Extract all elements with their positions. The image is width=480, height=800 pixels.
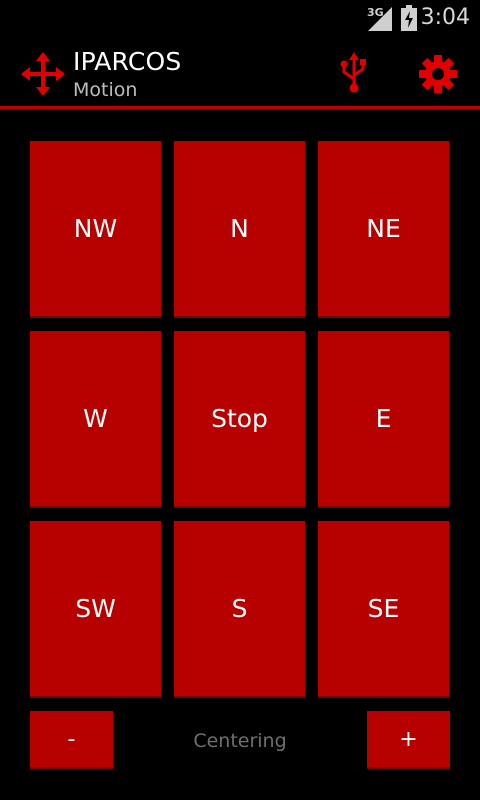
move-arrows-icon[interactable] [21, 52, 65, 96]
app-title: IPARCOS [73, 47, 182, 76]
centering-plus-button[interactable]: + [367, 711, 450, 769]
w-button[interactable]: W [30, 331, 161, 508]
ne-button[interactable]: NE [318, 141, 449, 318]
e-button[interactable]: E [318, 331, 449, 508]
app-subtitle: Motion [73, 79, 138, 101]
se-button[interactable]: SE [318, 521, 449, 698]
battery-charging-icon [401, 5, 417, 31]
status-bar: 3G 3:04 [0, 0, 480, 38]
clock: 3:04 [420, 5, 470, 30]
action-bar-divider [0, 106, 480, 109]
nw-button[interactable]: NW [30, 141, 161, 318]
n-button[interactable]: N [174, 141, 305, 318]
stop-button[interactable]: Stop [174, 331, 305, 508]
signal-icon [368, 7, 392, 31]
s-button[interactable]: S [174, 521, 305, 698]
sw-button[interactable]: SW [30, 521, 161, 698]
centering-label: Centering [193, 730, 287, 752]
motion-screen: 3G 3:04 IPARCOS Motion NW N NE W Stop E … [0, 0, 480, 800]
usb-icon[interactable] [335, 52, 373, 94]
gear-icon[interactable] [418, 54, 458, 94]
centering-minus-button[interactable]: - [30, 711, 113, 769]
action-bar: IPARCOS Motion [0, 38, 480, 106]
